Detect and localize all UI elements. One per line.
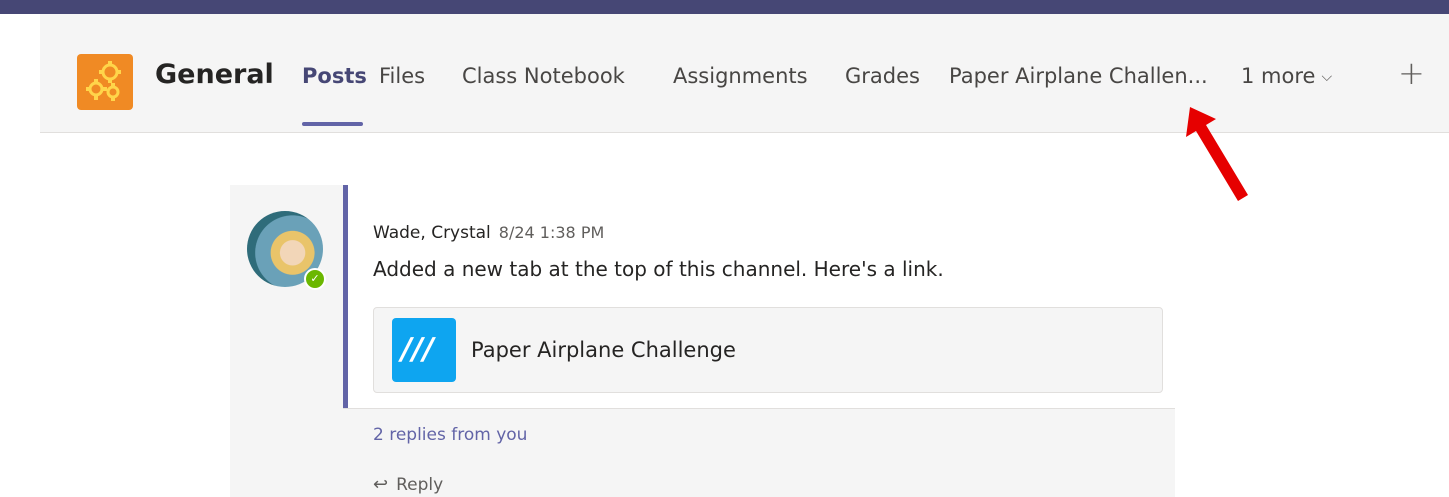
reply-arrow-icon: ↩ — [373, 474, 389, 495]
timestamp: 8/24 1:38 PM — [498, 223, 605, 242]
message-card: Wade, Crystal 8/24 1:38 PM Added a new ta… — [343, 185, 1180, 408]
presence-available-icon: ✓ — [304, 268, 326, 290]
divider — [343, 408, 1175, 409]
tab-files[interactable]: Files — [379, 64, 425, 88]
gears-icon — [86, 61, 121, 101]
app-top-bar — [0, 0, 1449, 14]
channel-name: General — [155, 59, 274, 90]
avatar[interactable]: ✓ — [247, 211, 326, 290]
post-thread: ✓ Wade, Crystal 8/24 1:38 PM Added a new … — [230, 185, 1180, 497]
chevron-down-icon: ⌵ — [1321, 69, 1333, 85]
message-body: Added a new tab at the top of this chann… — [373, 257, 944, 281]
tab-more[interactable]: 1 more ⌵ — [1241, 64, 1332, 88]
tab-paper-airplane-challenge[interactable]: Paper Airplane Challen... — [949, 64, 1208, 88]
reply-button[interactable]: ↩ Reply — [373, 474, 443, 495]
tab-grades[interactable]: Grades — [845, 64, 920, 88]
tab-link-card[interactable]: ∕∕∕ Paper Airplane Challenge — [373, 307, 1163, 393]
replies-link[interactable]: 2 replies from you — [373, 425, 527, 445]
author-name[interactable]: Wade, Crystal — [373, 223, 491, 243]
active-tab-indicator — [302, 122, 363, 126]
annotation-arrow-icon — [1186, 107, 1248, 201]
tab-posts[interactable]: Posts — [302, 64, 367, 88]
add-tab-button[interactable]: + — [1398, 54, 1425, 92]
tab-class-notebook[interactable]: Class Notebook — [462, 64, 625, 88]
link-card-title: Paper Airplane Challenge — [471, 338, 736, 362]
nearpod-app-icon: ∕∕∕ — [392, 318, 456, 382]
message-header: Wade, Crystal 8/24 1:38 PM — [373, 223, 604, 243]
team-icon[interactable] — [77, 54, 133, 110]
tab-assignments[interactable]: Assignments — [673, 64, 808, 88]
more-tabs-label: 1 more — [1241, 64, 1316, 88]
reply-label: Reply — [396, 475, 444, 495]
